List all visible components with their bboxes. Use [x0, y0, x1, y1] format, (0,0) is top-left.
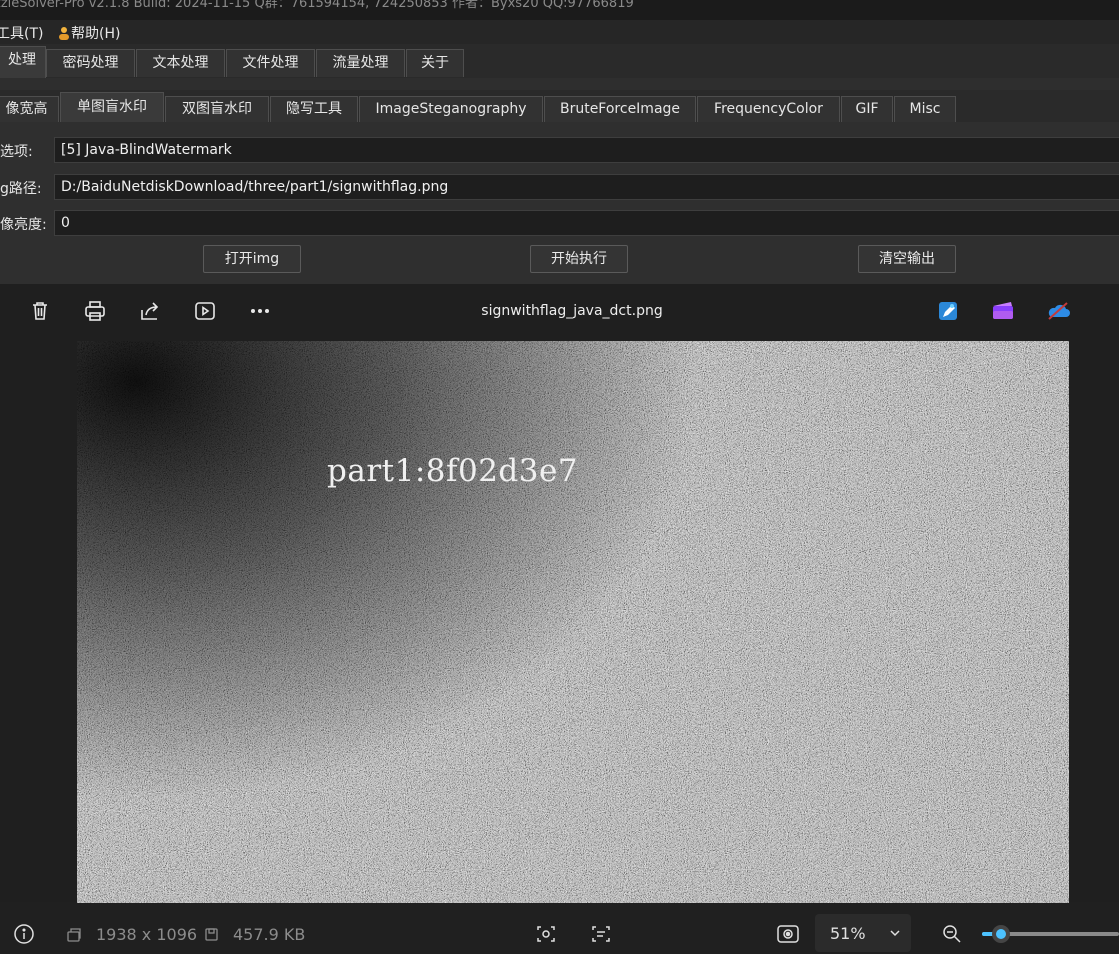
subtab-double-watermark[interactable]: 双图盲水印: [165, 96, 269, 122]
image-dimensions: 1938 x 1096: [96, 925, 198, 944]
tab-text[interactable]: 文本处理: [136, 49, 225, 77]
menu-help-label: 帮助(H): [71, 26, 121, 42]
menu-tools[interactable]: 工具(T): [0, 23, 43, 43]
displayed-image: part1:8f02d3e7: [77, 341, 1069, 903]
subtab-misc[interactable]: Misc: [894, 96, 956, 122]
zoom-out-icon[interactable]: [941, 923, 963, 949]
visual-search-icon[interactable]: [535, 923, 557, 949]
tab-about[interactable]: 关于: [406, 49, 464, 77]
subtab-width-height[interactable]: 像宽高: [0, 96, 59, 122]
path-input[interactable]: D:/BaiduNetdiskDownload/three/part1/sign…: [54, 174, 1119, 200]
zoom-slider[interactable]: [982, 925, 1119, 943]
chevron-down-icon: [889, 927, 901, 943]
save-size-icon: [204, 927, 219, 946]
zoom-value: 51%: [830, 924, 866, 943]
option-select[interactable]: [5] Java-BlindWatermark: [54, 137, 1119, 163]
watermark-flag-text: part1:8f02d3e7: [327, 453, 579, 489]
info-icon[interactable]: [13, 923, 35, 949]
file-size: 457.9 KB: [233, 925, 306, 944]
subtab-single-watermark[interactable]: 单图盲水印: [60, 92, 164, 123]
tab-traffic[interactable]: 流量处理: [316, 49, 405, 77]
subtab-frequency-color[interactable]: FrequencyColor: [697, 96, 840, 122]
title-bar: zzleSolver-Pro v2.1.8 Build: 2024-11-15 …: [0, 0, 1119, 20]
sub-tab-bar: 像宽高 单图盲水印 双图盲水印 隐写工具 ImageSteganography …: [0, 90, 1119, 123]
subtab-image-steganography[interactable]: ImageSteganography: [359, 96, 543, 122]
subtab-stego-tools[interactable]: 隐写工具: [270, 96, 358, 122]
subtab-brute-force-image[interactable]: BruteForceImage: [544, 96, 696, 122]
zoom-dropdown[interactable]: 51%: [815, 914, 911, 952]
run-button[interactable]: 开始执行: [530, 245, 628, 273]
menu-bar: 工具(T) 帮助(H): [0, 20, 1119, 44]
clipchamp-icon[interactable]: [990, 298, 1016, 324]
path-label: g路径:: [0, 181, 42, 197]
subtab-gif[interactable]: GIF: [841, 96, 893, 122]
tab-password[interactable]: 密码处理: [46, 49, 135, 77]
window-title: zzleSolver-Pro v2.1.8 Build: 2024-11-15 …: [0, 0, 634, 11]
option-label: 选项:: [0, 144, 33, 160]
person-icon: [57, 26, 71, 40]
status-bar: 1938 x 1096 457.9 KB 51%: [0, 903, 1119, 954]
edit-app-icon[interactable]: [935, 298, 961, 324]
brightness-label: 像亮度:: [0, 217, 47, 233]
actual-size-icon[interactable]: [776, 923, 800, 949]
open-image-button[interactable]: 打开img: [203, 245, 301, 273]
main-tab-bar: 处理 密码处理 文本处理 文件处理 流量处理 关于: [0, 44, 1119, 79]
onedrive-icon[interactable]: [1045, 298, 1071, 324]
tab-processing[interactable]: 处理: [0, 46, 46, 79]
menu-help[interactable]: 帮助(H): [57, 23, 120, 43]
zoom-slider-thumb[interactable]: [992, 925, 1010, 943]
tab-file[interactable]: 文件处理: [226, 49, 315, 77]
text-scan-icon[interactable]: [590, 923, 612, 949]
tab-panel-top: [0, 78, 1119, 90]
dimensions-icon: [66, 927, 82, 947]
brightness-input[interactable]: 0: [54, 210, 1119, 236]
clear-output-button[interactable]: 清空输出: [858, 245, 956, 273]
